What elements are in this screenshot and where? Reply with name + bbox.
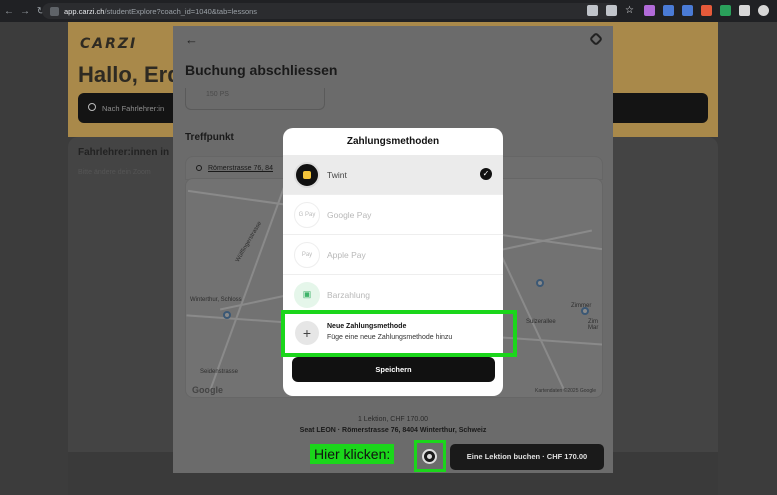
checkmark-icon: ✓ [480, 168, 492, 180]
map-label: Sulzerallee [526, 319, 556, 325]
url-host: app.carzi.ch [64, 6, 105, 16]
payment-option-apple-pay[interactable]: Pay Apple Pay [283, 235, 503, 274]
cash-icon: ▣ [294, 281, 320, 308]
payment-option-google-pay[interactable]: G Pay Google Pay [283, 195, 503, 234]
section-text: Bitte ändere dein Zoom [78, 169, 151, 176]
transit-icon [536, 279, 544, 287]
profile-icon[interactable] [758, 5, 769, 16]
map-label: Zim Mar [588, 319, 599, 331]
search-placeholder: Nach Fahrlehrer:in [102, 104, 165, 113]
link-icon[interactable] [588, 31, 604, 47]
arrow-left-icon[interactable]: ← [2, 6, 16, 17]
book-lesson-button[interactable]: Eine Lektion buchen · CHF 170.00 [450, 444, 604, 470]
booking-location: Seat LEON · Römerstrasse 76, 8404 Winter… [299, 427, 487, 434]
map-label: Seidenstrasse [200, 369, 239, 375]
extension-icon[interactable] [606, 5, 617, 16]
save-button[interactable]: Speichern [292, 357, 495, 382]
section-title: Fahrlehrer:innen in [78, 147, 170, 158]
twint-icon [294, 161, 320, 188]
modal-title: Zahlungsmethoden [346, 136, 440, 147]
greeting: Hallo, Erd [78, 62, 181, 87]
tutorial-callout: Hier klicken: [310, 444, 395, 464]
extension-icon[interactable] [644, 5, 655, 16]
payment-option-cash[interactable]: ▣ Barzahlung [283, 275, 503, 314]
map-label: Zimmer [571, 303, 592, 309]
payment-option-twint[interactable]: Twint ✓ [283, 155, 503, 194]
url-path: /studentExplore?coach_id=1040&tab=lesson… [104, 6, 258, 16]
vehicle-field[interactable]: 150 PS [185, 88, 325, 110]
arrow-right-icon[interactable]: → [18, 6, 32, 17]
google-logo: Google [192, 385, 223, 395]
map-credit: Kartendaten ©2025 Google [535, 388, 596, 394]
page-title: Buchung abschliessen [185, 62, 338, 78]
payment-option-label: Barzahlung [327, 289, 371, 300]
location-pin-icon [196, 165, 202, 171]
address-text: Römerstrasse 76, 84 [208, 165, 273, 172]
browser-toolbar: ← → ↻ app.carzi.ch/studentExplore?coach_… [0, 0, 777, 22]
payment-method-button[interactable] [422, 449, 437, 464]
arrow-left-icon[interactable]: ← [185, 32, 198, 47]
extension-icon[interactable] [663, 5, 674, 16]
extension-icon[interactable] [720, 5, 731, 16]
map-road [208, 185, 286, 393]
extension-icon[interactable] [587, 5, 598, 16]
star-icon[interactable]: ☆ [625, 5, 636, 16]
payment-option-label: Twint [327, 169, 347, 180]
carzi-logo: CARZI [80, 36, 138, 52]
apple-pay-icon: Pay [294, 241, 320, 268]
extension-icon[interactable] [701, 5, 712, 16]
booking-summary: 1 Lektion, CHF 170.00 [357, 416, 429, 423]
puzzle-icon[interactable] [739, 5, 750, 16]
map-label: Winterthur, Schloss [190, 297, 242, 303]
address-bar[interactable]: app.carzi.ch/studentExplore?coach_id=104… [42, 3, 617, 19]
tutorial-highlight [281, 310, 517, 357]
transit-icon [223, 311, 231, 319]
google-pay-icon: G Pay [294, 201, 320, 228]
extension-icon[interactable] [682, 5, 693, 16]
meeting-point-label: Treffpunkt [185, 132, 234, 143]
extensions-bar: ☆ [587, 5, 769, 16]
site-info-icon[interactable] [50, 6, 59, 16]
payment-option-label: Google Pay [327, 209, 372, 220]
payment-option-label: Apple Pay [327, 249, 366, 260]
search-icon [88, 103, 96, 111]
